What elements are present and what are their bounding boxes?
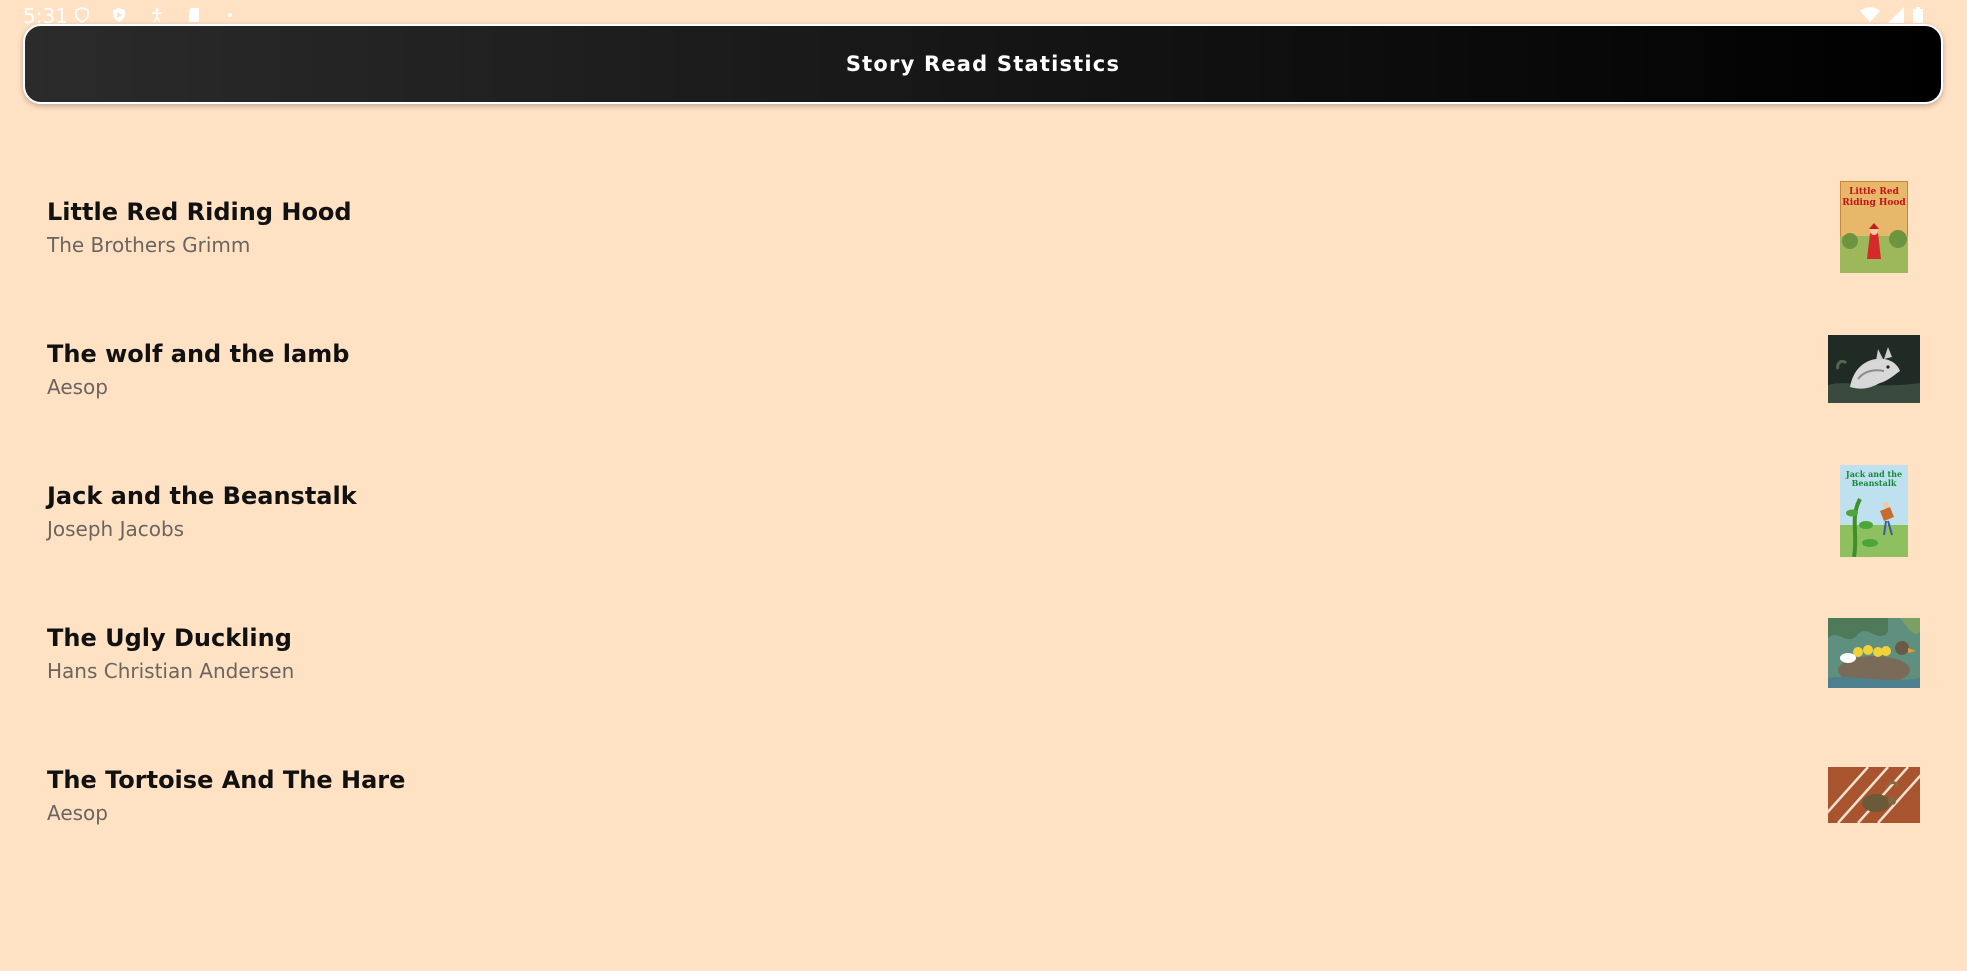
list-item[interactable]: The Ugly Duckling Hans Christian Anderse… — [0, 582, 1967, 724]
little-red-riding-hood-cover: Little Red Riding Hood — [1840, 181, 1908, 273]
list-item[interactable]: Little Red Riding Hood The Brothers Grim… — [0, 156, 1967, 298]
list-item[interactable]: The wolf and the lamb Aesop — [0, 298, 1967, 440]
story-author: Aesop — [47, 801, 108, 825]
sd-card-icon — [186, 7, 202, 23]
wolf-image — [1828, 335, 1920, 403]
wifi-icon — [1860, 7, 1880, 23]
cover-title-text: Little Red Riding Hood — [1842, 187, 1906, 208]
signal-icon — [1888, 7, 1904, 23]
list-item[interactable]: Jack and the Beanstalk Joseph Jacobs Jac… — [0, 440, 1967, 582]
battery-icon — [1912, 7, 1924, 23]
cover-title-text: Jack and the Beanstalk — [1845, 469, 1903, 488]
story-title: Little Red Riding Hood — [47, 198, 352, 226]
shield-icon — [74, 7, 90, 23]
list-item[interactable]: The Tortoise And The Hare Aesop — [0, 724, 1967, 866]
story-title: The Ugly Duckling — [47, 624, 292, 652]
story-author: Joseph Jacobs — [47, 517, 185, 541]
jack-and-the-beanstalk-cover: Jack and the Beanstalk — [1840, 465, 1908, 557]
story-author: The Brothers Grimm — [47, 233, 251, 257]
story-title: The Tortoise And The Hare — [47, 766, 406, 794]
story-author: Hans Christian Andersen — [47, 659, 295, 683]
ducklings-image — [1828, 618, 1920, 688]
story-title: The wolf and the lamb — [47, 340, 350, 368]
accessibility-icon — [149, 7, 165, 23]
page-title: Story Read Statistics — [845, 52, 1121, 76]
story-title: Jack and the Beanstalk — [47, 482, 357, 510]
tortoise-race-track-image — [1828, 767, 1920, 823]
dot-icon — [224, 7, 240, 23]
story-author: Aesop — [47, 375, 108, 399]
play-shield-icon — [111, 7, 127, 23]
app-header: Story Read Statistics — [23, 24, 1943, 104]
